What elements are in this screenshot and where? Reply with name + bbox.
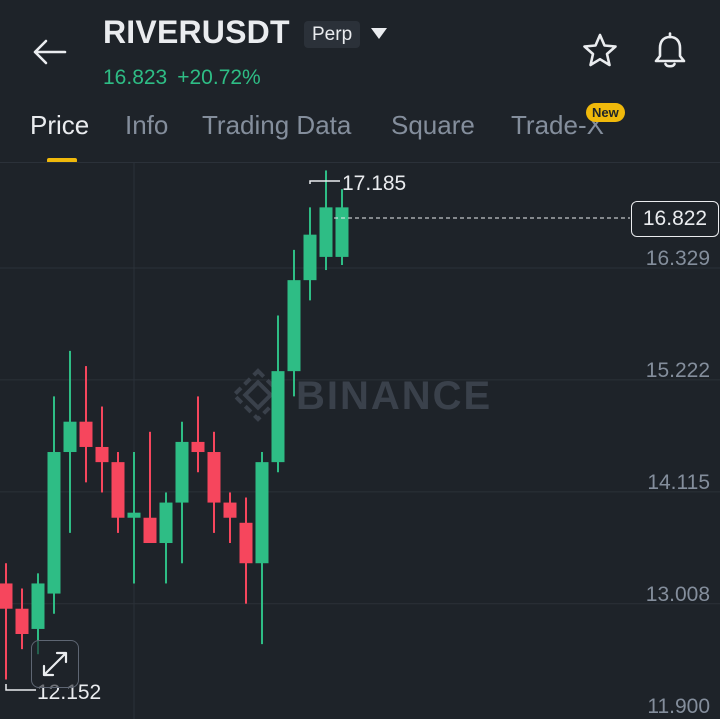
candle	[159, 492, 173, 584]
tab-price[interactable]: Price	[30, 110, 89, 141]
candle-body	[47, 452, 61, 594]
change-percent: +20.72%	[177, 66, 261, 89]
back-button[interactable]	[30, 32, 70, 72]
candle-body	[175, 441, 189, 503]
expand-chart-button[interactable]	[31, 640, 79, 688]
chart-labels: 16.32915.22214.11513.00811.90017.18512.1…	[5, 172, 710, 718]
candle	[47, 396, 61, 614]
candle-body	[255, 462, 269, 564]
tab-trading-data[interactable]: Trading Data	[202, 110, 351, 141]
candle-body	[79, 421, 93, 447]
y-tick-label: 11.900	[647, 695, 710, 718]
candle-body	[0, 583, 13, 609]
candle-body	[191, 441, 205, 453]
candle-body	[111, 462, 125, 518]
candle-body	[143, 517, 157, 544]
header: RIVERUSDT Perp 16.823 +20.72%	[0, 0, 720, 100]
back-arrow-icon	[33, 39, 67, 65]
candle-body	[127, 512, 141, 518]
y-tick-label: 16.329	[646, 247, 710, 270]
candle-body	[159, 502, 173, 544]
candle	[175, 421, 189, 564]
tab-info[interactable]: Info	[125, 110, 168, 141]
candle-body	[15, 608, 29, 635]
price-line: 16.823 +20.72%	[103, 66, 271, 90]
symbol-title[interactable]: RIVERUSDT	[103, 14, 290, 51]
candle	[255, 452, 269, 645]
caret-down-icon[interactable]	[370, 27, 388, 41]
bell-icon[interactable]	[650, 31, 690, 71]
candle	[143, 431, 157, 544]
current-price-tag: 16.822	[631, 201, 719, 237]
candle	[239, 497, 253, 604]
candle	[63, 350, 77, 533]
new-badge: New	[586, 103, 625, 122]
candle-body	[335, 207, 349, 257]
candle	[111, 452, 125, 533]
candle	[223, 492, 237, 544]
candle	[15, 588, 29, 650]
last-price: 16.823	[103, 66, 168, 89]
candle-body	[319, 207, 333, 257]
contract-type-badge: Perp	[304, 21, 361, 48]
candle	[271, 315, 285, 473]
y-tick-label: 13.008	[646, 583, 710, 606]
candle	[207, 431, 221, 533]
tab-square[interactable]: Square	[391, 110, 475, 141]
candle-body	[207, 452, 221, 503]
chart-grid	[0, 163, 720, 719]
candle	[127, 452, 141, 584]
star-icon[interactable]	[580, 31, 620, 71]
candle	[335, 189, 349, 265]
expand-icon	[42, 651, 68, 677]
candle	[95, 406, 109, 493]
candle	[79, 366, 93, 483]
high-label: 17.185	[342, 172, 406, 195]
candle	[319, 170, 333, 271]
candle-body	[223, 502, 237, 518]
candle	[191, 396, 205, 473]
candle-body	[287, 280, 301, 372]
candle-body	[63, 421, 77, 453]
candle-body	[303, 234, 317, 281]
candles	[0, 170, 349, 680]
candle-body	[239, 522, 253, 564]
candlestick-chart[interactable]: BINANCE 16.329 15.222 14.115 13.008 11.900 17…	[0, 163, 720, 719]
candle-body	[31, 583, 45, 629]
candle	[0, 563, 13, 680]
y-tick-label: 14.115	[647, 471, 710, 494]
candle	[303, 207, 317, 301]
watermark-text: BINANCE	[296, 374, 492, 418]
candle-body	[95, 446, 109, 463]
y-tick-label: 15.222	[646, 359, 710, 382]
low-marker	[5, 684, 36, 691]
candle-body	[271, 371, 285, 463]
